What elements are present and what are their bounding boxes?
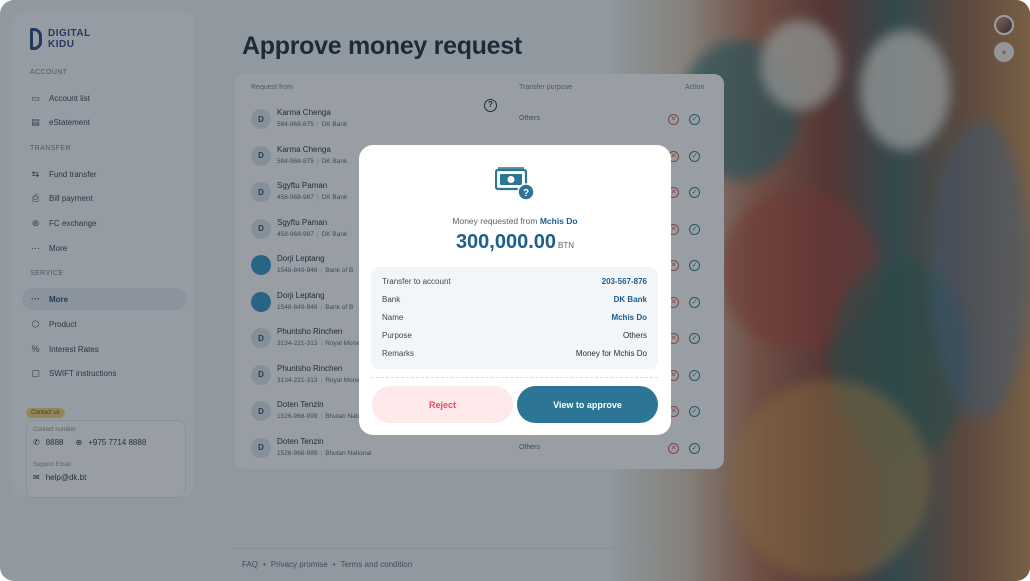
money-request-icon: ? (495, 167, 535, 201)
detail-row: Name Mchis Do (382, 313, 647, 322)
svg-text:?: ? (523, 188, 529, 199)
request-details-panel: Transfer to account 203-567-876 Bank DK … (371, 267, 658, 369)
detail-row: Transfer to account 203-567-876 (382, 277, 647, 286)
reject-button[interactable]: Reject (372, 386, 513, 423)
view-to-approve-button[interactable]: View to approve (517, 386, 658, 423)
amount-currency: BTN (558, 241, 575, 250)
request-amount: 300,000.00 BTN (359, 231, 671, 254)
request-from-name: Mchis Do (539, 216, 578, 226)
request-from-line: Money requested from Mchis Do (359, 216, 671, 226)
amount-value: 300,000.00 (455, 231, 557, 253)
request-from-prefix: Money requested from (452, 216, 538, 226)
detail-row: Bank DK Bank (382, 295, 647, 304)
app-window: DIGITAL KIDU ACCOUNT ▭ Account list ▤ eS… (0, 0, 1030, 581)
detail-row: Purpose Others (382, 331, 647, 340)
detail-row: Remarks Money for Mchis Do (382, 349, 647, 358)
modal-divider (371, 377, 658, 378)
money-request-modal: ? Money requested from Mchis Do 300,000.… (359, 145, 671, 435)
